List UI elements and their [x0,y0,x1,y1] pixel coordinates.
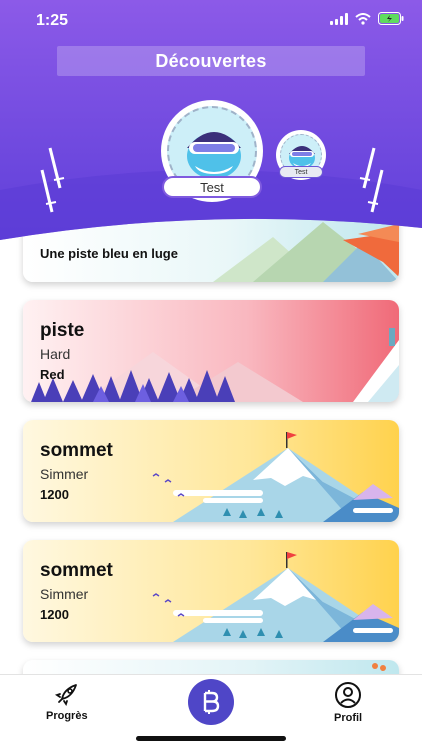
card-subtitle: Simmer [40,466,89,482]
status-time: 1:25 [36,12,69,29]
rocket-icon [54,684,77,707]
center-action-button[interactable] [188,679,234,725]
ski-poles-right-icon [359,147,384,213]
bitcoin-b-icon [203,690,220,714]
signal-icon [330,12,348,25]
battery-icon [378,12,404,25]
header: 1:25 Découvertes Test Test [0,0,422,245]
player-name-pill: Test [162,176,262,198]
tab-profile[interactable]: Profil [334,681,362,724]
tab-progress[interactable]: Progrès [46,681,88,722]
card-subtitle: Hard [40,346,71,362]
card-subtitle: Simmer [40,586,89,602]
secondary-name-pill: Test [279,166,323,178]
card-illustration [23,300,399,402]
card-title: sommet [40,560,113,581]
user-circle-icon [335,682,362,708]
discovery-card-sommet-2[interactable]: sommet Simmer 1200 [23,540,399,642]
card-title: sommet [40,440,113,461]
page-title-box: Découvertes [57,46,365,76]
wifi-icon [355,12,371,25]
status-bar: 1:25 [0,0,422,40]
discovery-card-sommet-1[interactable]: sommet Simmer 1200 [23,420,399,522]
tab-progress-label: Progrès [46,710,88,722]
home-indicator [136,736,286,741]
card-title: Une piste bleu en luge [40,246,178,261]
tab-profile-label: Profil [334,712,363,724]
page-title: Découvertes [155,50,267,71]
status-icons [330,12,404,25]
card-value: 1200 [40,607,69,622]
card-title: piste [40,320,85,341]
card-value: 1200 [40,487,69,502]
card-value: Red [40,367,65,382]
ski-poles-left-icon [40,147,65,213]
decouvertes-screen: Une piste bleu en luge piste Hard Red so… [0,0,422,750]
discovery-card-piste[interactable]: piste Hard Red [23,300,399,402]
